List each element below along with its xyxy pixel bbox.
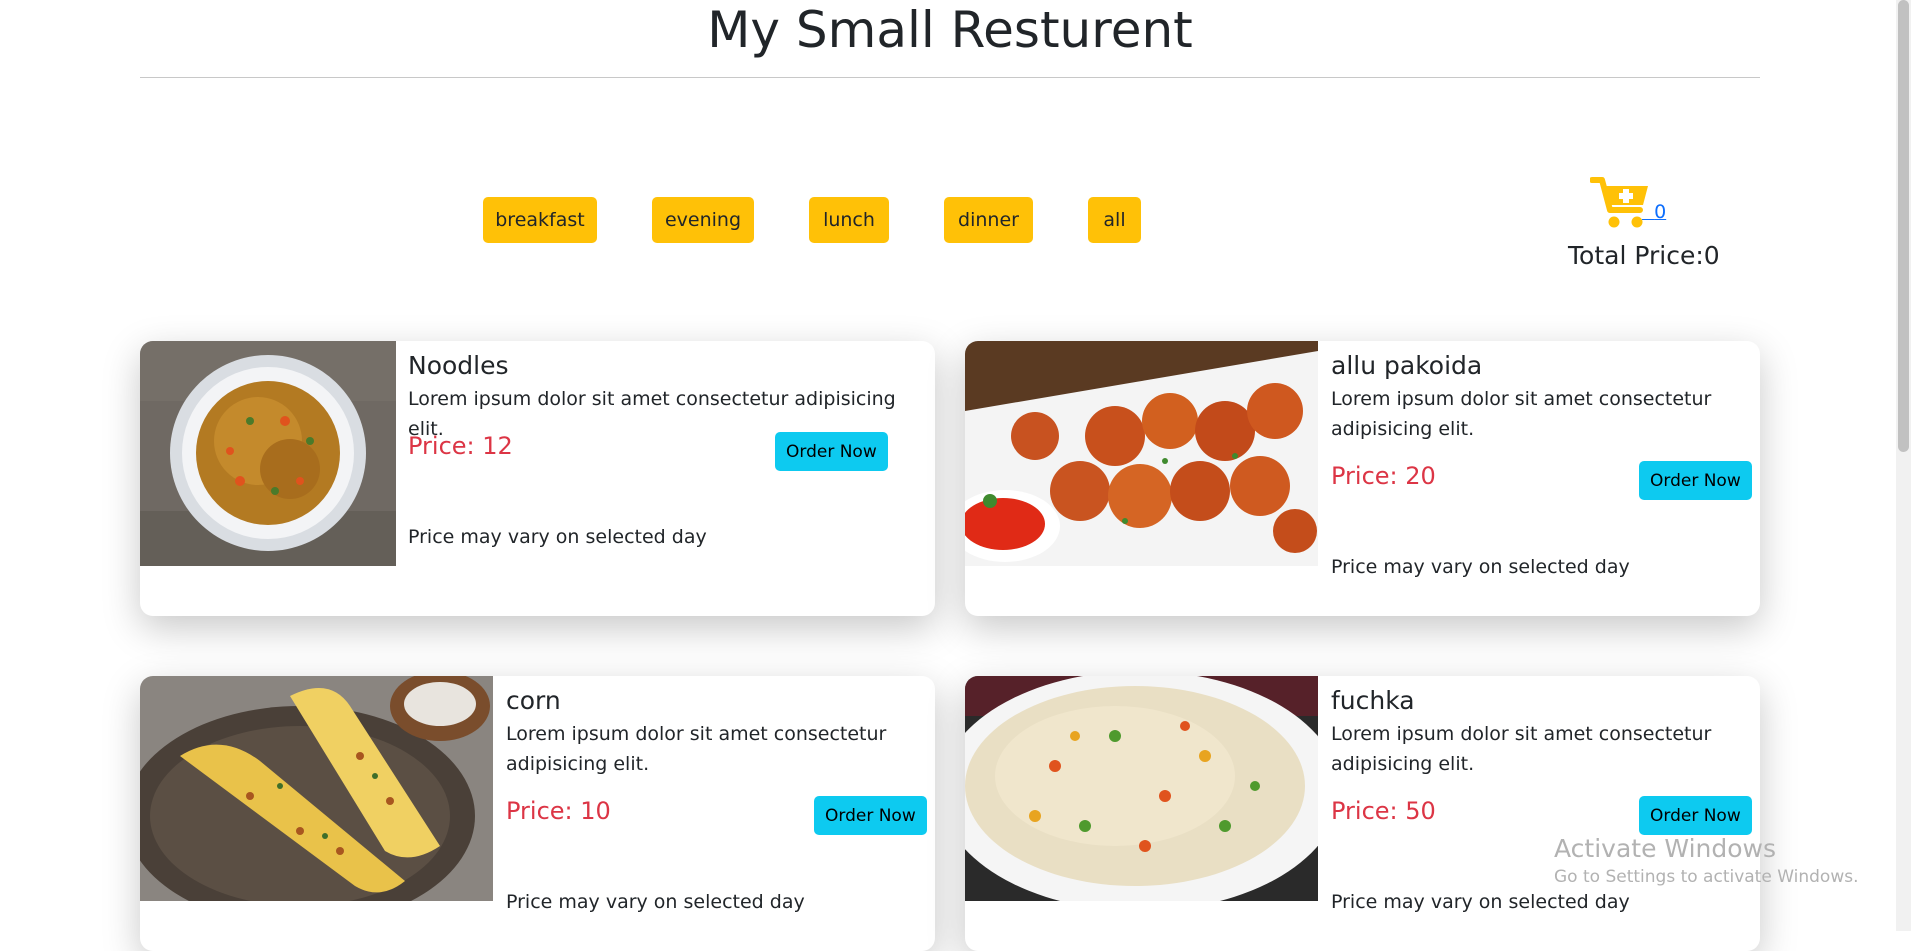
- item-name: corn: [506, 686, 561, 715]
- cart-total-price: Total Price:0: [1568, 241, 1720, 270]
- cart-count-link[interactable]: 0: [1642, 201, 1666, 223]
- noodles-photo: [140, 341, 396, 566]
- filter-all-button[interactable]: all: [1088, 197, 1141, 243]
- menu-card-corn: corn Lorem ipsum dolor sit amet consecte…: [140, 676, 935, 951]
- item-price: Price: 10: [506, 797, 611, 825]
- pakoda-photo: [965, 341, 1318, 566]
- item-price: Price: 20: [1331, 462, 1436, 490]
- filter-lunch-button[interactable]: lunch: [809, 197, 889, 243]
- corn-photo: [140, 676, 493, 901]
- item-name: Noodles: [408, 351, 509, 380]
- fried-rice-photo: [965, 676, 1318, 901]
- title-divider: [140, 77, 1760, 78]
- item-description: Lorem ipsum dolor sit amet consectetur a…: [1331, 388, 1712, 440]
- item-name: allu pakoida: [1331, 351, 1483, 380]
- price-note: Price may vary on selected day: [408, 526, 707, 548]
- order-now-button[interactable]: Order Now: [775, 432, 888, 471]
- item-description: Lorem ipsum dolor sit amet consectetur a…: [506, 723, 887, 775]
- order-now-button[interactable]: Order Now: [1639, 796, 1752, 835]
- filter-dinner-button[interactable]: dinner: [944, 197, 1033, 243]
- menu-card-allu-pakoida: allu pakoida Lorem ipsum dolor sit amet …: [965, 341, 1760, 616]
- order-now-button[interactable]: Order Now: [1639, 461, 1752, 500]
- item-price: Price: 12: [408, 432, 513, 460]
- scrollbar-thumb[interactable]: [1898, 0, 1909, 452]
- filter-breakfast-button[interactable]: breakfast: [483, 197, 597, 243]
- item-name: fuchka: [1331, 686, 1415, 715]
- menu-card-noodles: Noodles Lorem ipsum dolor sit amet conse…: [140, 341, 935, 616]
- item-price: Price: 50: [1331, 797, 1436, 825]
- order-now-button[interactable]: Order Now: [814, 796, 927, 835]
- filter-evening-button[interactable]: evening: [652, 197, 754, 243]
- price-note: Price may vary on selected day: [506, 891, 805, 913]
- item-description: Lorem ipsum dolor sit amet consectetur a…: [1331, 723, 1712, 775]
- cart-plus-icon[interactable]: [1590, 174, 1650, 230]
- price-note: Price may vary on selected day: [1331, 556, 1630, 578]
- price-note: Price may vary on selected day: [1331, 891, 1630, 913]
- menu-card-fuchka: fuchka Lorem ipsum dolor sit amet consec…: [965, 676, 1760, 951]
- vertical-scrollbar[interactable]: [1896, 0, 1911, 931]
- page-title: My Small Resturent: [707, 1, 1193, 59]
